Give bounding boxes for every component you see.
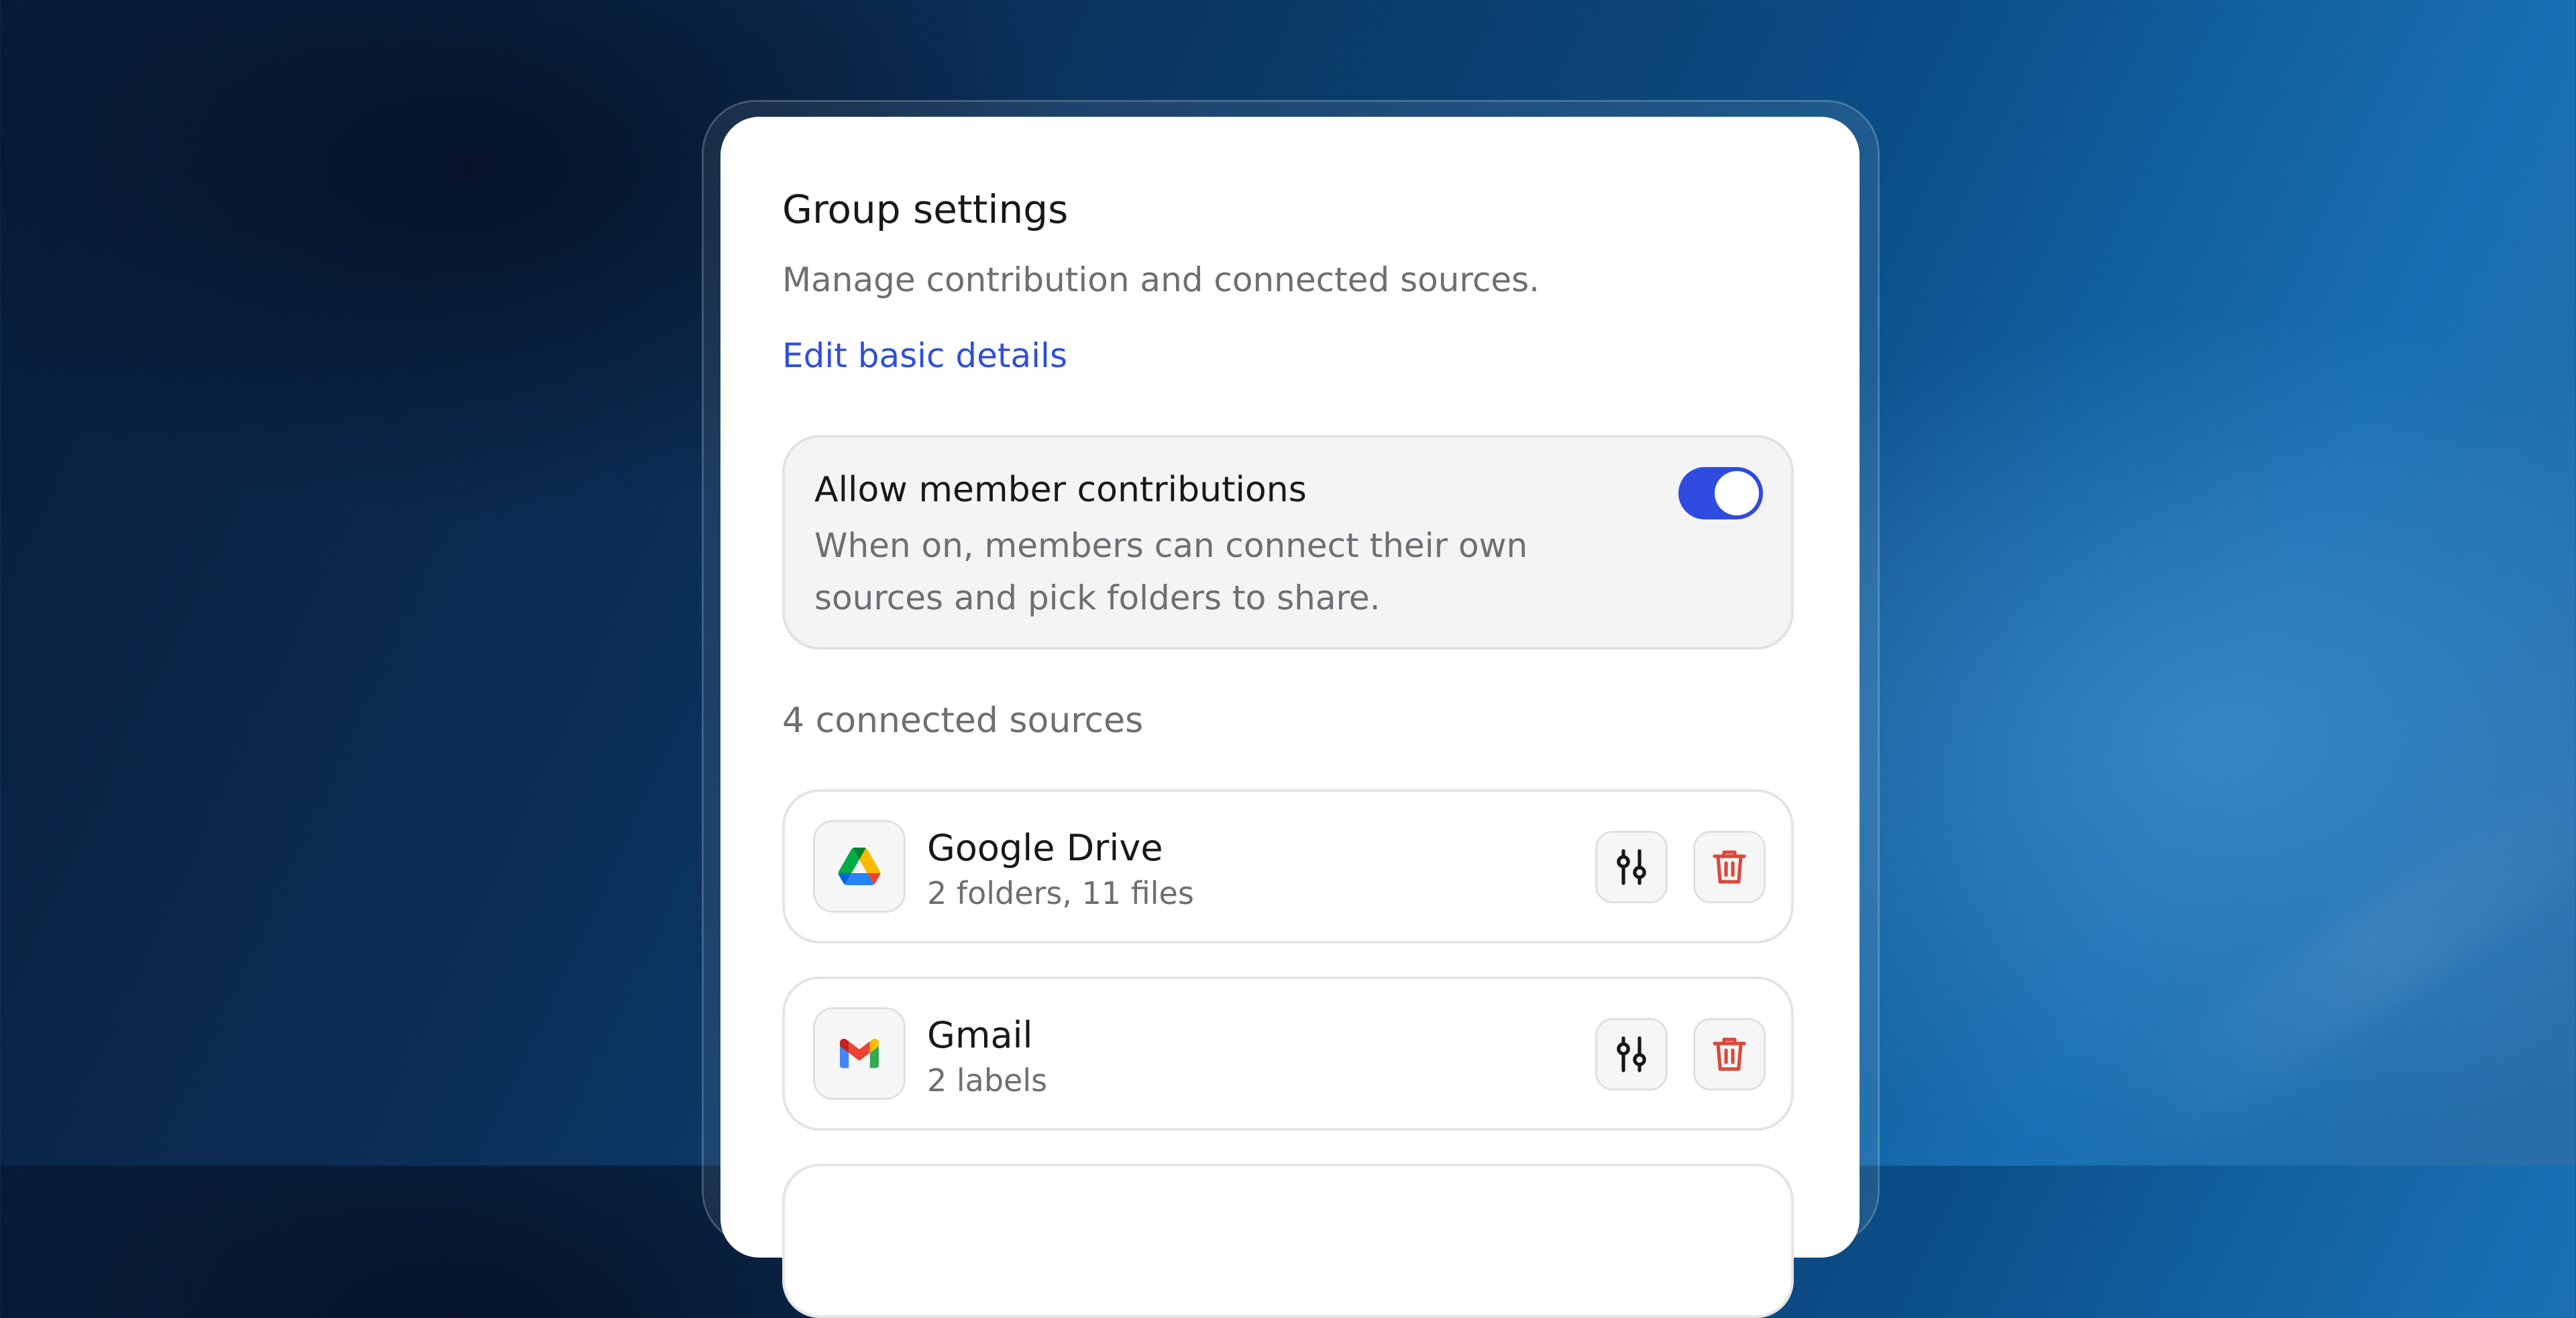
sliders-icon	[1617, 849, 1646, 885]
source-settings-button[interactable]	[1595, 1018, 1668, 1091]
source-name: Gmail	[927, 1014, 1033, 1056]
member-contributions-toggle[interactable]	[1678, 467, 1763, 519]
connected-sources-count: 4 connected sources	[782, 701, 1144, 741]
member-contributions-panel: Allow member contributions When on, memb…	[782, 435, 1794, 650]
gmail-icon	[813, 1007, 906, 1100]
toggle-knob	[1715, 471, 1759, 515]
source-meta: 2 labels	[927, 1062, 1048, 1099]
page-title: Group settings	[782, 187, 1069, 232]
source-name: Google Drive	[927, 827, 1163, 869]
trash-icon	[1713, 850, 1746, 884]
group-settings-card: Group settings Manage contribution and c…	[720, 117, 1860, 1318]
background-light-streak	[2107, 741, 2576, 1165]
page-subtitle: Manage contribution and connected source…	[782, 260, 1540, 299]
trash-icon	[1713, 1037, 1746, 1071]
source-delete-button[interactable]	[1693, 1018, 1766, 1091]
source-row-gmail: Gmail 2 labels	[782, 976, 1794, 1131]
member-contributions-title: Allow member contributions	[814, 470, 1307, 510]
source-row-google-drive: Google Drive 2 folders, 11 files	[782, 789, 1794, 944]
google-drive-icon	[813, 820, 906, 913]
sliders-icon	[1617, 1036, 1646, 1072]
edit-basic-details-link[interactable]: Edit basic details	[782, 336, 1067, 375]
source-delete-button[interactable]	[1693, 831, 1766, 903]
source-meta: 2 folders, 11 files	[927, 875, 1194, 911]
source-settings-button[interactable]	[1595, 831, 1668, 903]
source-row-partial	[782, 1164, 1794, 1318]
member-contributions-description: When on, members can connect their own s…	[814, 526, 1528, 617]
